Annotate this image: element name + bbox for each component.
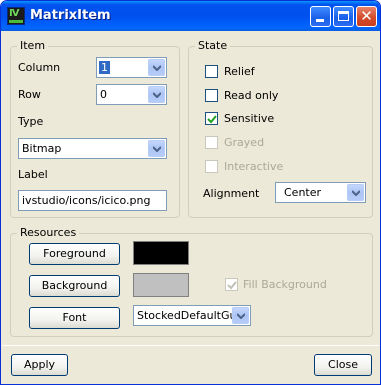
type-label: Type	[18, 115, 44, 128]
relief-checkbox[interactable]	[205, 65, 218, 78]
app-icon: IV	[7, 7, 25, 25]
relief-label: Relief	[224, 65, 255, 78]
sensitive-label: Sensitive	[224, 112, 275, 125]
chevron-down-icon[interactable]	[148, 140, 165, 157]
sensitive-checkbox[interactable]	[205, 112, 218, 125]
label-input[interactable]: ivstudio/icons/icico.png	[18, 190, 167, 211]
checkmark-icon	[207, 115, 217, 124]
type-select[interactable]: Bitmap	[18, 138, 167, 159]
foreground-button[interactable]: Foreground	[29, 243, 120, 265]
chevron-down-icon[interactable]	[232, 307, 249, 324]
resources-group-title: Resources	[17, 226, 80, 239]
maximize-button[interactable]	[333, 6, 354, 27]
interactive-label: Interactive	[224, 160, 284, 173]
background-button-label: Background	[41, 279, 108, 292]
close-button[interactable]: Close	[314, 354, 372, 376]
grayed-label: Grayed	[224, 136, 265, 149]
apply-button[interactable]: Apply	[11, 354, 68, 376]
read-only-checkbox[interactable]	[205, 89, 218, 102]
item-group-title: Item	[17, 39, 49, 52]
font-button-label: Font	[62, 311, 87, 324]
checkmark-icon	[227, 281, 237, 290]
minimize-button[interactable]	[310, 6, 331, 27]
close-window-button[interactable]: ✕	[356, 6, 377, 27]
chevron-down-icon[interactable]	[148, 59, 165, 76]
font-value: StockedDefaultGui	[137, 309, 240, 322]
row-label: Row	[18, 88, 41, 101]
apply-button-label: Apply	[23, 358, 56, 371]
fill-background-checkbox[interactable]	[225, 278, 238, 291]
row-value: 0	[100, 88, 107, 101]
foreground-button-label: Foreground	[43, 247, 106, 260]
minimize-icon	[316, 19, 324, 22]
type-value: Bitmap	[22, 142, 62, 155]
column-label: Column	[18, 61, 61, 74]
read-only-label: Read only	[224, 89, 279, 102]
close-icon: ✕	[360, 7, 373, 25]
row-select[interactable]: 0	[96, 84, 167, 105]
interactive-checkbox[interactable]	[205, 160, 218, 173]
font-button[interactable]: Font	[29, 307, 120, 329]
chevron-down-icon[interactable]	[148, 86, 165, 103]
foreground-color-swatch[interactable]	[133, 241, 189, 265]
alignment-value: Center	[284, 186, 322, 199]
background-color-swatch[interactable]	[133, 273, 189, 297]
maximize-icon	[338, 11, 349, 21]
font-select[interactable]: StockedDefaultGui	[133, 305, 251, 326]
title-bar[interactable]: IV MatrixItem ✕	[1, 1, 380, 31]
alignment-select[interactable]: Center	[275, 182, 366, 203]
label-label: Label	[18, 168, 48, 181]
grayed-checkbox[interactable]	[205, 136, 218, 149]
matrixitem-dialog: IV MatrixItem ✕ Item Column 1 Row 0 Type…	[0, 0, 381, 385]
background-button[interactable]: Background	[29, 275, 120, 297]
state-group-title: State	[195, 39, 231, 52]
label-value: ivstudio/icons/icico.png	[22, 194, 151, 207]
column-select[interactable]: 1	[96, 57, 167, 78]
footer-divider	[2, 345, 379, 346]
column-value: 1	[99, 61, 110, 74]
alignment-label: Alignment	[203, 187, 260, 200]
fill-background-label: Fill Background	[243, 278, 327, 291]
window-title: MatrixItem	[30, 8, 111, 23]
close-button-label: Close	[328, 358, 358, 371]
chevron-down-icon[interactable]	[347, 184, 364, 201]
